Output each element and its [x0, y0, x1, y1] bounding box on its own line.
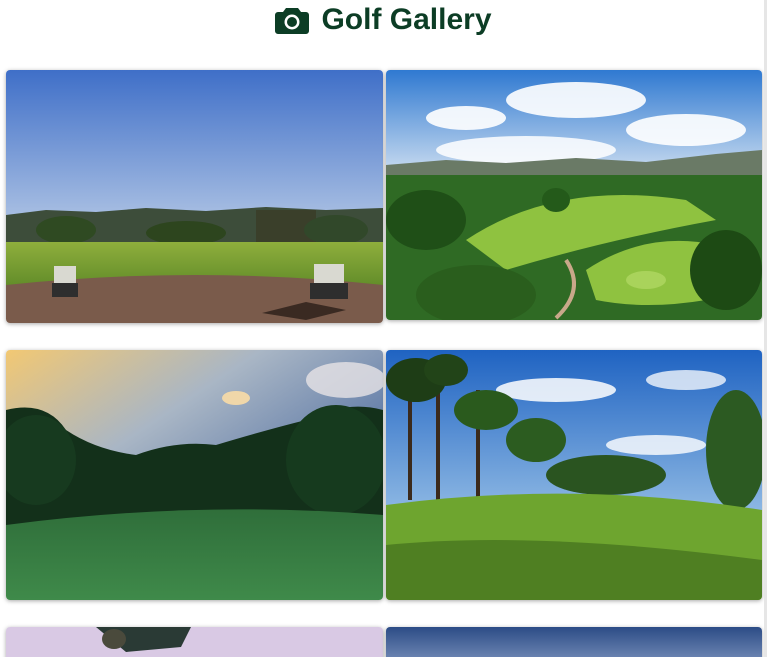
gallery-image-aerial-course[interactable]	[386, 70, 762, 320]
gallery-image-golf-carts[interactable]	[6, 70, 383, 323]
page-title: Golf Gallery	[321, 3, 492, 36]
gallery-image-course-sky[interactable]	[386, 627, 762, 657]
page-header: Golf Gallery	[0, 0, 767, 40]
gallery-image-sunset-green[interactable]	[6, 350, 383, 600]
camera-icon	[275, 6, 310, 34]
gallery-image-pine-fairway[interactable]	[386, 350, 762, 600]
gallery-image-golfer[interactable]	[6, 627, 383, 657]
gallery-page: Golf Gallery	[0, 0, 767, 657]
